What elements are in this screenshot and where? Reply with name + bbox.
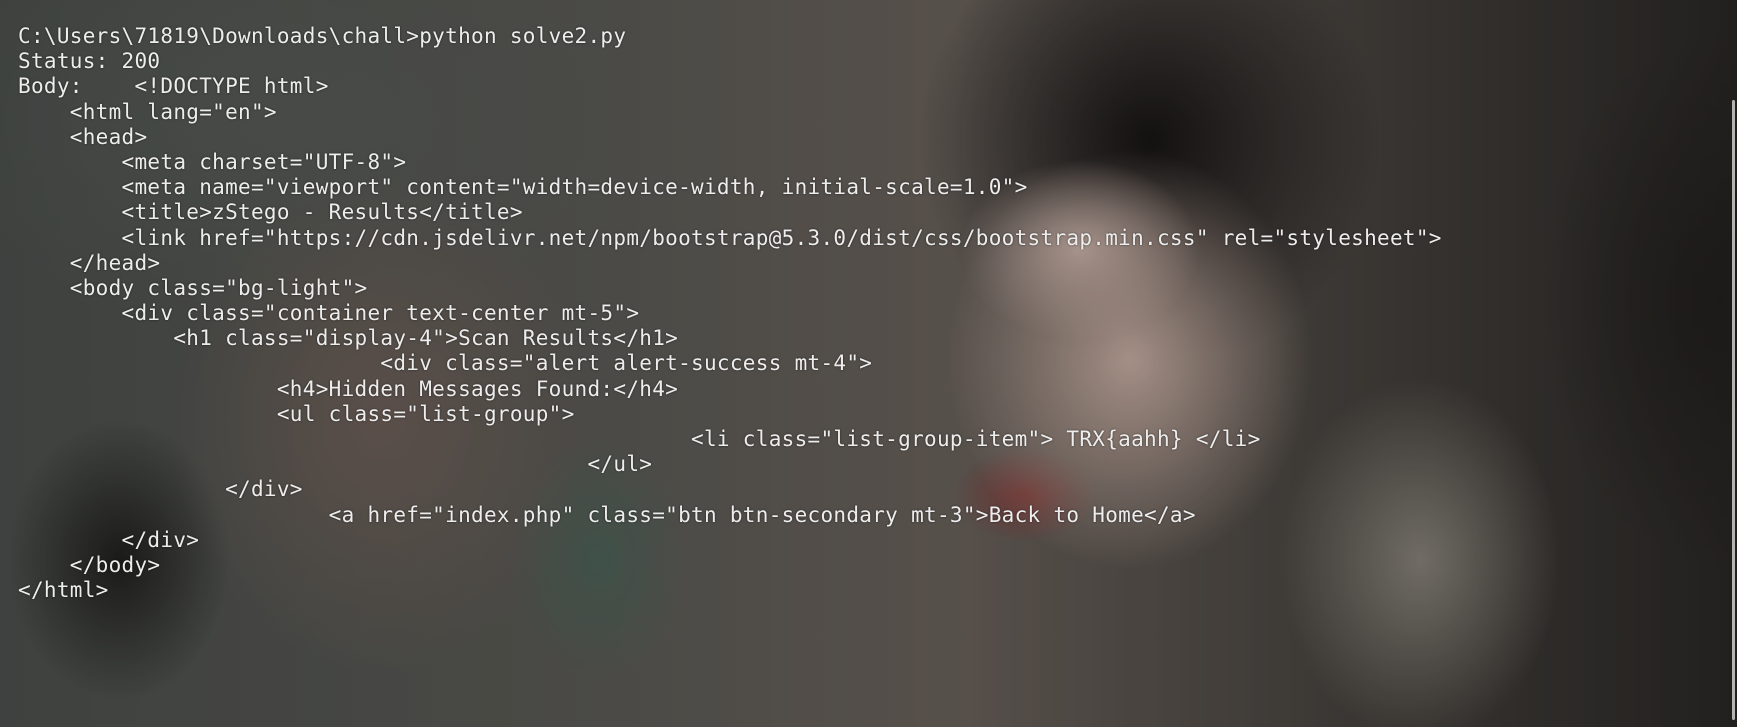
output-line: <a href="index.php" class="btn btn-secon…	[18, 502, 1196, 527]
output-line: <h4>Hidden Messages Found:</h4>	[18, 376, 679, 401]
output-line: </div>	[18, 527, 200, 552]
terminal-window[interactable]: C:\Users\71819\Downloads\chall>python so…	[0, 0, 1737, 727]
terminal-output[interactable]: C:\Users\71819\Downloads\chall>python so…	[18, 24, 1442, 603]
output-line: <html lang="en">	[18, 99, 277, 124]
output-line: <ul class="list-group">	[18, 401, 575, 426]
output-line: Status: 200	[18, 49, 161, 74]
output-line: <link href="https://cdn.jsdelivr.net/npm…	[18, 225, 1442, 250]
output-line: <body class="bg-light">	[18, 275, 368, 300]
output-line: <h1 class="display-4">Scan Results</h1>	[18, 326, 679, 351]
output-line: <meta name="viewport" content="width=dev…	[18, 175, 1028, 200]
output-line: </html>	[18, 578, 109, 603]
output-line: </ul>	[18, 452, 653, 477]
flag-line: <li class="list-group-item"> TRX{aahh} <…	[18, 427, 1261, 451]
output-line: <div class="container text-center mt-5">	[18, 301, 640, 326]
output-line: <title>zStego - Results</title>	[18, 200, 523, 225]
output-line: </body>	[18, 552, 161, 577]
output-line: Body: <!DOCTYPE html>	[18, 74, 329, 99]
prompt-line: C:\Users\71819\Downloads\chall>python so…	[18, 24, 627, 48]
output-line: </head>	[18, 250, 161, 275]
output-line: <meta charset="UTF-8">	[18, 149, 407, 174]
output-line: </div>	[18, 477, 303, 502]
scrollbar-thumb[interactable]	[1732, 100, 1735, 720]
vertical-scrollbar[interactable]	[1727, 0, 1737, 727]
output-line: <head>	[18, 124, 148, 149]
output-line: <div class="alert alert-success mt-4">	[18, 351, 873, 376]
